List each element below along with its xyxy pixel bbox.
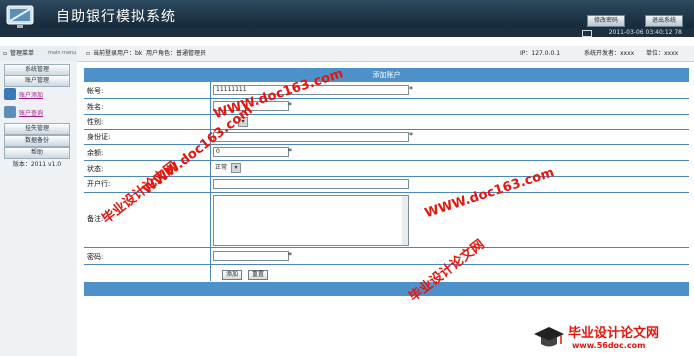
add-account-form: 添加账户 帐号: 11111111 * 姓名: * 性别: ▾ 身份证: * 余… [84,68,689,296]
sidebar-item-account-add-label[interactable]: 账户添加 [19,90,43,99]
datetime-display: 2011-03-06 03:40:12 78 [608,29,682,36]
sidebar-item-account-add[interactable]: 账户添加 [4,87,72,102]
sidebar-item-loss-report[interactable]: 挂失管理 [4,123,70,135]
account-label: 帐号: [87,87,104,95]
status-select[interactable]: 正常 ▾ [213,163,241,173]
unit: 单位：xxxx [646,50,679,57]
chevron-down-icon[interactable]: ▾ [231,163,241,173]
form-row-name: 姓名: * [84,98,689,115]
form-footer [84,282,689,296]
id-input[interactable] [213,132,409,142]
logout-button[interactable]: 退出系统 [645,15,684,27]
add-user-icon [4,88,16,100]
form-row-gender: 性别: ▾ [84,114,689,130]
sidebar: 系统管理 账户管理 账户添加 账户查询 挂失管理 数据备份 帮助 版本：2011… [0,61,77,356]
remark-textarea[interactable] [213,195,409,246]
sidebar-item-account-query-label[interactable]: 账户查询 [19,108,43,117]
status-value: 正常 [215,164,228,171]
search-user-icon [4,106,16,118]
id-label: 身份证: [87,133,111,141]
required-mark: * [288,147,292,156]
sidebar-item-backup[interactable]: 数据备份 [4,135,70,147]
menu-title: 管理菜单 [10,50,35,57]
menu-icon: ▫ [3,50,8,57]
footer-watermark-site: www.56doc.com [572,341,646,350]
version-label: 版本：2011 v1.0 [12,161,62,168]
menu-header: ▫ 管理菜单 main menu [0,46,77,61]
current-user: 当前登录用户：bk [93,50,143,57]
gender-label: 性别: [87,118,104,126]
balance-input[interactable]: 0 [213,147,289,157]
required-mark: * [409,85,413,94]
add-button[interactable]: 添加 [222,270,243,280]
change-password-button[interactable]: 修改密码 [587,15,626,27]
password-input[interactable] [213,251,289,261]
app-title: 自助银行模拟系统 [56,9,176,25]
form-row-branch: 开户行: [84,176,689,193]
info-bar: ▫ 管理菜单 main menu ▫ 当前登录用户：bk 用户角色：普通管理员 … [0,46,694,62]
form-row-id: 身份证: * [84,129,689,145]
footer-watermark-cn: 毕业设计论文网 [568,326,660,341]
branch-label: 开户行: [87,180,111,188]
scrollbar[interactable] [402,196,408,245]
menu-subtitle: main menu [48,50,77,56]
sidebar-item-account-management[interactable]: 账户管理 [4,75,70,87]
developer: 系统开发者：xxxx [584,50,635,57]
status-label: 状态: [87,165,104,173]
required-mark: * [288,251,292,260]
required-mark: * [288,101,292,110]
footer-watermark-logo: 毕业设计论文网 www.56doc.com [528,320,688,354]
required-mark: * [409,131,413,140]
sidebar-item-account-query[interactable]: 账户查询 [4,105,72,120]
branch-input[interactable] [213,179,409,189]
ip-address: IP：127.0.0.1 [520,50,561,57]
name-label: 姓名: [87,103,104,111]
sidebar-item-help[interactable]: 帮助 [4,147,70,159]
form-title: 添加账户 [84,68,689,82]
form-row-password: 密码: * [84,248,689,265]
balance-label: 余额: [87,149,104,157]
user-role: 用户角色：普通管理员 [146,50,207,57]
password-label: 密码: [87,253,104,261]
reset-button[interactable]: 重置 [248,270,269,280]
sound-icon: ▫ [86,50,91,57]
mail-icon[interactable] [582,30,592,37]
graduation-cap-icon [534,327,564,347]
form-row-account: 帐号: 11111111 * [84,82,689,99]
